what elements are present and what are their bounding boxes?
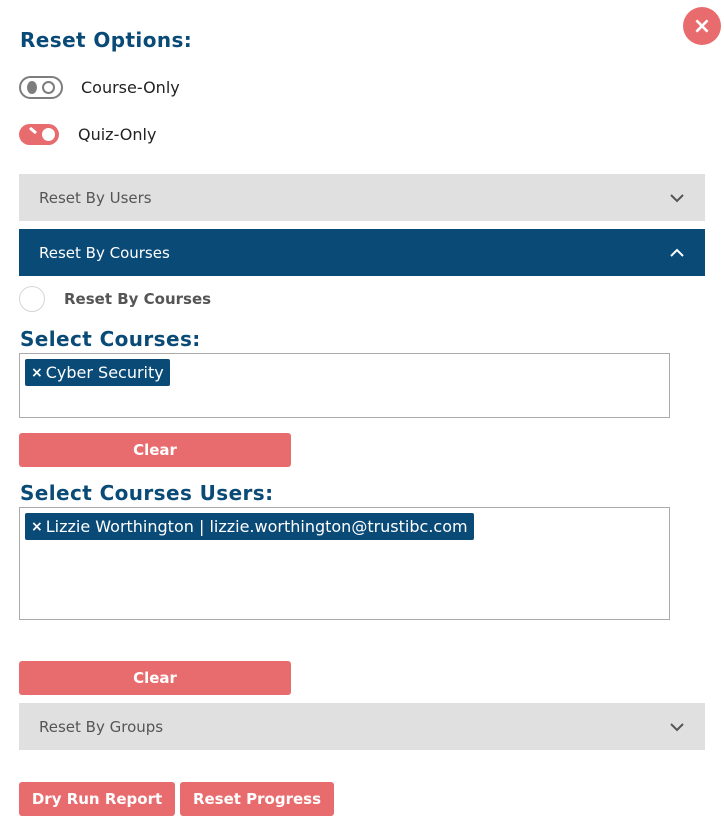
reset-by-courses-accordion[interactable]: Reset By Courses [19,229,705,276]
reset-by-groups-label: Reset By Groups [39,717,164,736]
close-button[interactable]: × [683,7,721,45]
select-courses-users-input[interactable]: × Lizzie Worthington | lizzie.worthingto… [19,507,670,620]
select-courses-users-heading: Select Courses Users: [20,481,274,505]
chevron-down-icon [669,193,685,203]
course-only-toggle-row: Course-Only [19,76,180,99]
quiz-only-toggle-row: Quiz-Only [19,124,156,145]
chevron-up-icon [669,248,685,258]
reset-options-title: Reset Options: [20,28,193,52]
selected-course-label: Cyber Security [45,363,164,382]
reset-progress-button[interactable]: Reset Progress [180,782,334,816]
chevron-down-icon [669,722,685,732]
selected-user-label: Lizzie Worthington | lizzie.worthington@… [45,517,468,536]
selected-course-chip: × Cyber Security [25,359,170,386]
remove-chip-icon[interactable]: × [31,365,43,381]
remove-chip-icon[interactable]: × [31,519,43,535]
reset-by-courses-radio-label: Reset By Courses [64,290,212,308]
reset-by-courses-label: Reset By Courses [39,243,170,262]
toggle-off-indicator-icon [27,81,37,94]
close-icon: × [692,13,712,39]
course-only-toggle[interactable] [19,76,63,99]
reset-by-users-accordion[interactable]: Reset By Users [19,174,705,221]
select-courses-input[interactable]: × Cyber Security [19,353,670,418]
reset-by-groups-accordion[interactable]: Reset By Groups [19,703,705,750]
reset-by-courses-radio[interactable] [19,286,45,312]
quiz-only-toggle[interactable] [19,124,59,145]
quiz-only-label: Quiz-Only [78,125,157,144]
toggle-knob-icon [42,128,55,141]
selected-user-chip: × Lizzie Worthington | lizzie.worthingto… [25,513,474,540]
reset-by-users-label: Reset By Users [39,188,152,207]
select-courses-heading: Select Courses: [20,327,201,351]
clear-users-button[interactable]: Clear [19,661,291,695]
toggle-on-indicator-icon [28,126,38,135]
course-only-label: Course-Only [81,78,180,97]
reset-by-courses-radio-row: Reset By Courses [19,286,211,312]
toggle-knob-icon [42,81,55,94]
clear-courses-button[interactable]: Clear [19,433,291,467]
dry-run-report-button[interactable]: Dry Run Report [19,782,175,816]
